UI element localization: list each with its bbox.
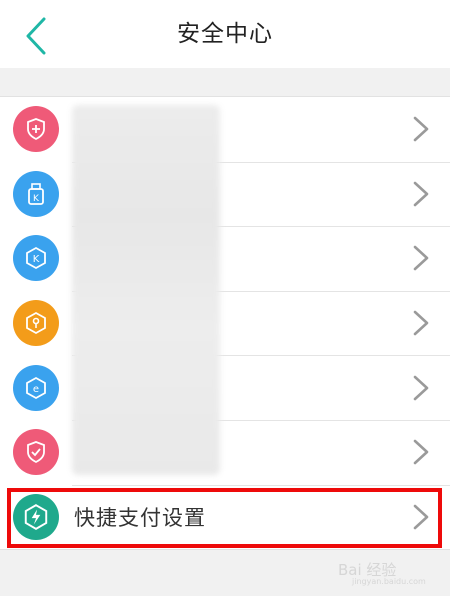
list-item-3[interactable]: K <box>0 226 450 291</box>
hexagon-lock-icon <box>13 300 59 347</box>
list-item-5[interactable]: e <box>0 355 450 420</box>
quick-pay-settings-label: 快捷支付设置 <box>74 505 206 530</box>
list-item-6[interactable] <box>0 419 450 485</box>
security-settings-list: K K e 快捷支付设置 <box>0 96 450 551</box>
page-title: 安全中心 <box>177 21 273 47</box>
shield-check-icon <box>13 429 59 476</box>
list-item-2[interactable]: K <box>0 161 450 227</box>
svg-text:e: e <box>33 384 39 395</box>
svg-text:K: K <box>33 194 40 204</box>
chevron-right-icon <box>413 181 429 207</box>
shield-plus-icon <box>13 106 59 153</box>
watermark: Bai 经验 jingyan.baidu.com <box>334 543 444 587</box>
hexagon-lightning-icon <box>13 493 59 540</box>
watermark-subtext: jingyan.baidu.com <box>352 577 426 586</box>
chevron-right-icon <box>413 439 429 465</box>
hexagon-k-icon: K <box>13 235 59 282</box>
quick-pay-settings-item[interactable]: 快捷支付设置 <box>0 484 450 550</box>
hexagon-e-icon: e <box>13 364 59 411</box>
list-item-1[interactable] <box>0 97 450 162</box>
svg-text:K: K <box>33 254 40 265</box>
chevron-right-icon <box>413 246 429 271</box>
chevron-right-icon <box>413 504 429 530</box>
chevron-right-icon <box>413 116 429 142</box>
list-item-4[interactable] <box>0 290 450 356</box>
chevron-right-icon <box>413 310 429 336</box>
chevron-right-icon <box>413 375 429 400</box>
usb-key-icon: K <box>13 170 59 217</box>
header-bar: 安全中心 <box>0 0 450 68</box>
